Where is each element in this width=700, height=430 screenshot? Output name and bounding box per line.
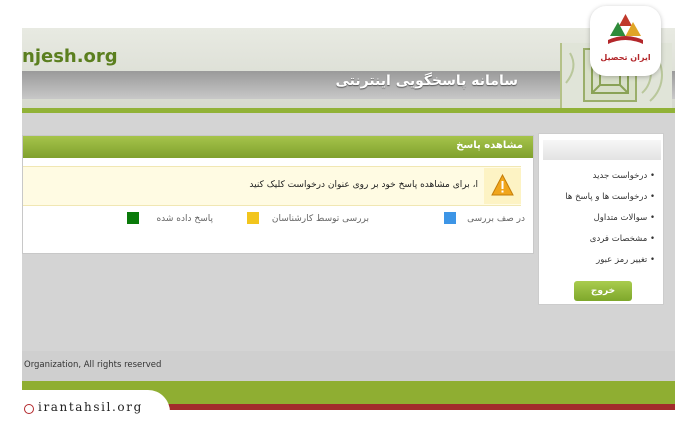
site-title: سامانه پاسخگویی اینترنتی — [335, 73, 519, 89]
legend-answered-swatch — [127, 212, 139, 224]
panel-header: مشاهده پاسخ — [23, 136, 533, 158]
sidebar-menu: • درخواست جدید • درخواست ها و پاسخ ها • … — [538, 133, 664, 305]
watermark-logo-icon — [608, 14, 643, 44]
legend-queue-swatch — [444, 212, 456, 224]
sidebar-item-requests-responses[interactable]: • درخواست ها و پاسخ ها — [565, 192, 655, 202]
legend-queue-label: در صف بررسی — [467, 214, 525, 224]
legend-review-label: بررسی توسط کارشناسان — [271, 214, 369, 224]
exit-button[interactable]: خروج — [574, 281, 632, 301]
site-header: njesh.org سامانه پاسخگویی اینترنتی — [22, 28, 675, 108]
sidebar-item-profile[interactable]: • مشخصات فردی — [590, 234, 655, 244]
watermark-url: irantahsil.org — [38, 400, 143, 414]
sidebar-item-faq[interactable]: • سوالات متداول — [594, 213, 655, 223]
site-logo-text[interactable]: njesh.org — [22, 46, 118, 67]
warning-icon — [484, 168, 521, 204]
sidebar-header — [543, 140, 661, 160]
panel-title: مشاهده پاسخ — [456, 140, 523, 151]
copyright-text: Organization, All rights reserved — [24, 360, 162, 370]
alert-message: ا، برای مشاهده پاسخ خود بر روی عنوان درخ… — [249, 180, 478, 190]
info-alert: ا، برای مشاهده پاسخ خود بر روی عنوان درخ… — [23, 166, 521, 206]
warning-icon-graphic — [491, 173, 514, 196]
browser-frame: njesh.org سامانه پاسخگویی اینترنتی مشاهد… — [22, 28, 675, 410]
watermark-url-tab: irantahsil.org — [0, 390, 170, 430]
legend-review-swatch — [247, 212, 259, 224]
sidebar-item-change-password[interactable]: • تغییر رمز عبور — [596, 255, 655, 265]
header-green-bar — [22, 108, 675, 113]
view-response-panel: مشاهده پاسخ ا، برای مشاهده پاسخ خود بر ر… — [22, 135, 534, 254]
sidebar-item-new-request[interactable]: • درخواست جدید — [593, 171, 655, 181]
watermark-badge: ایران تحصیل — [590, 6, 661, 76]
globe-icon — [24, 404, 34, 414]
legend-answered-label: پاسخ داده شده — [156, 214, 213, 224]
watermark-badge-text: ایران تحصیل — [600, 53, 651, 62]
